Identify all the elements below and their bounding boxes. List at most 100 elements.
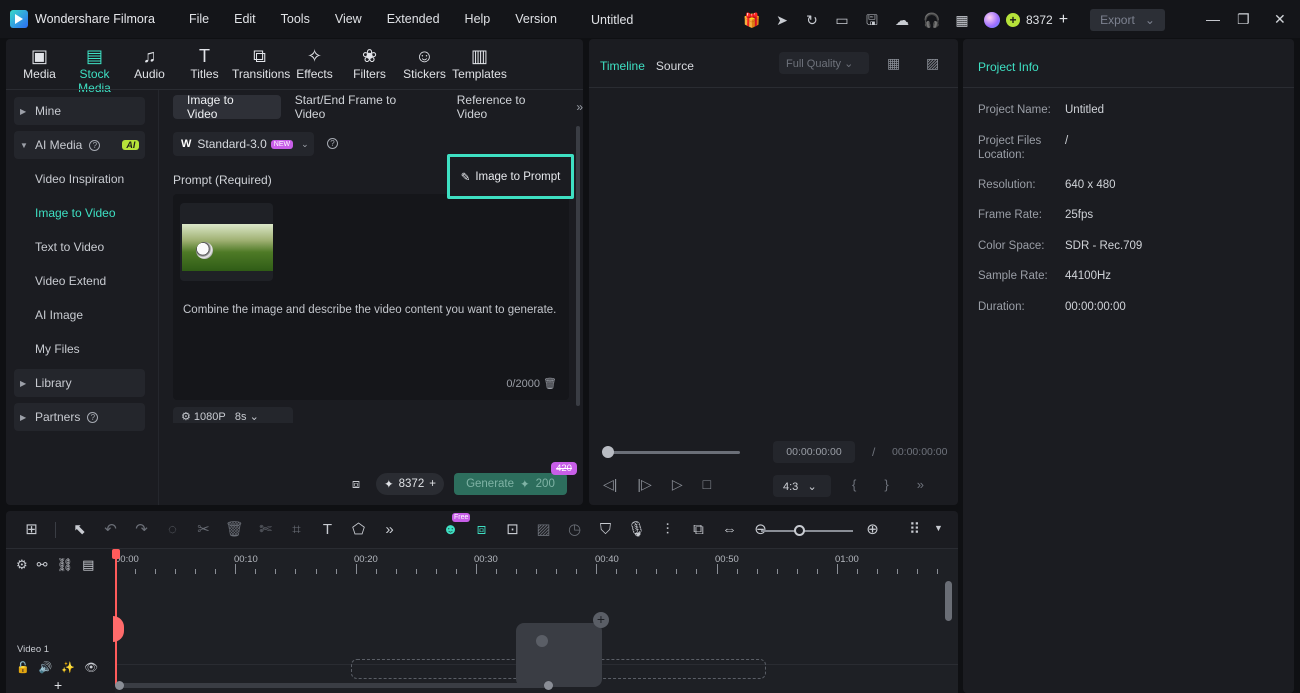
lock-icon[interactable]: 🔓 (16, 661, 30, 674)
menu-file[interactable]: File (189, 12, 209, 26)
headset-icon[interactable]: 🎧 (922, 11, 942, 29)
ai-image-icon[interactable]: ⧈ (346, 474, 366, 494)
tool-transitions[interactable]: ⧉ Transitions (232, 45, 290, 85)
prompt-input[interactable]: Combine the image and describe the video… (173, 194, 569, 400)
playhead-handle[interactable] (112, 549, 120, 559)
previous-frame-icon[interactable]: ◁| (603, 476, 617, 493)
undo-icon[interactable]: ↶ (95, 519, 126, 541)
ai-robot-icon[interactable]: ☻ Free (435, 513, 471, 541)
close-icon[interactable]: ✕ (1274, 11, 1286, 28)
fit-icon[interactable]: ⇔ (714, 519, 745, 541)
cloud-upload-icon[interactable]: ☁ (892, 11, 912, 29)
tab-reference-to-video[interactable]: Reference to Video (443, 93, 573, 121)
tool-stickers[interactable]: ☺ Stickers (397, 45, 452, 85)
save-icon[interactable]: 🖫 (862, 11, 882, 29)
layout-icon[interactable]: ▭ (832, 11, 852, 29)
pip-icon[interactable]: ⧉ (683, 519, 714, 541)
tool-effects[interactable]: ✧ Effects (287, 45, 342, 85)
zoom-handle[interactable] (794, 525, 805, 536)
select-tool-icon[interactable]: ⬉ (64, 519, 95, 541)
progress-handle[interactable] (602, 446, 614, 458)
marker-icon[interactable]: ⊡ (497, 519, 528, 541)
tab-image-to-video[interactable]: Image to Video (173, 93, 281, 121)
sidebar-item-ai-image[interactable]: AI Image (14, 301, 145, 329)
current-time[interactable]: 00:00:00:00 (773, 441, 855, 463)
tool-titles[interactable]: T Titles (177, 45, 232, 85)
text-icon[interactable]: T (312, 519, 343, 541)
menu-tools[interactable]: Tools (281, 12, 310, 26)
model-select[interactable]: W Standard-3.0 NEW ⌄ (173, 132, 314, 156)
horizontal-scrollbar[interactable] (120, 683, 552, 688)
trash-icon[interactable]: 🗑 (543, 378, 557, 390)
speed-icon[interactable]: ◷ (559, 519, 590, 541)
tool-templates[interactable]: ▥ Templates (452, 45, 507, 85)
sidebar-item-my-files[interactable]: My Files (14, 335, 145, 363)
vertical-scrollbar[interactable] (945, 581, 952, 621)
tool-filters[interactable]: ❀ Filters (342, 45, 397, 85)
sidebar-item-ai-media[interactable]: ▼ AI Media? AI (14, 131, 145, 159)
minimize-icon[interactable]: — (1206, 11, 1220, 27)
mixer-icon[interactable]: ⫶ (652, 519, 683, 541)
double-chevron-right-icon[interactable]: » (576, 100, 583, 114)
export-button[interactable]: Export ⌄ (1090, 9, 1165, 31)
layout-grid-icon[interactable]: ⊞ (16, 519, 47, 541)
help-icon[interactable]: ? (89, 139, 101, 151)
track-layout-icon[interactable]: ⠿ (899, 519, 930, 541)
mark-out-icon[interactable]: } (884, 477, 888, 492)
ripple-icon[interactable]: ◌ (157, 519, 188, 541)
menu-view[interactable]: View (335, 12, 362, 26)
more-icon[interactable]: » (917, 477, 924, 492)
add-media-icon[interactable]: + (593, 612, 609, 628)
play-icon[interactable]: ▷ (672, 476, 683, 493)
scene-detect-icon[interactable]: ⧈ (466, 519, 497, 541)
credits-button[interactable]: ✦ 8372 + (376, 473, 444, 495)
aspect-ratio-select[interactable]: 4:3 ⌄ (773, 475, 831, 497)
menu-help[interactable]: Help (465, 12, 491, 26)
sidebar-item-video-inspiration[interactable]: Video Inspiration (14, 165, 145, 193)
tab-start-end-frame[interactable]: Start/End Frame to Video (281, 93, 443, 121)
next-frame-icon[interactable]: |▷ (637, 476, 651, 493)
add-credits-icon[interactable]: + (1059, 11, 1068, 29)
magic-icon[interactable]: ✨ (61, 661, 75, 674)
help-icon[interactable]: ? (327, 138, 338, 149)
image-icon[interactable]: ▨ (528, 519, 559, 541)
generate-button[interactable]: Generate ✦ 200 420 (453, 462, 577, 495)
tool-audio[interactable]: ♫ Audio (122, 45, 177, 85)
zoom-in-icon[interactable]: ⊕ (857, 519, 888, 541)
tool-stock-media[interactable]: ▤ Stock Media (67, 45, 122, 95)
cloud-sync-icon[interactable]: ↻ (802, 11, 822, 29)
snapshot-icon[interactable]: ▨ (926, 55, 939, 72)
apps-grid-icon[interactable]: ▦ (952, 11, 972, 29)
grid-view-icon[interactable]: ▦ (887, 55, 900, 72)
split-icon[interactable]: ✄ (250, 519, 281, 541)
sidebar-item-library[interactable]: ▶ Library (14, 369, 145, 397)
send-icon[interactable]: ➤ (772, 11, 792, 29)
menu-version[interactable]: Version (515, 12, 557, 26)
sidebar-item-image-to-video[interactable]: Image to Video (14, 199, 145, 227)
tool-media[interactable]: ▣ Media (12, 45, 67, 85)
shape-icon[interactable]: ⬠ (343, 519, 374, 541)
volume-icon[interactable]: 🔊 (39, 661, 53, 674)
tab-source[interactable]: Source (656, 59, 694, 73)
scroll-start-handle[interactable] (115, 681, 124, 690)
avatar[interactable] (984, 12, 1000, 28)
quality-select[interactable]: Full Quality ⌄ (779, 52, 869, 74)
link-icon[interactable]: ⛓ (57, 557, 74, 573)
add-track-icon[interactable]: + (54, 677, 62, 693)
redo-icon[interactable]: ↷ (126, 519, 157, 541)
account-credits[interactable]: + 8372 + (984, 9, 1068, 31)
delete-icon[interactable]: 🗑 (219, 519, 250, 541)
scrollbar[interactable] (576, 126, 580, 406)
menu-extended[interactable]: Extended (387, 12, 440, 26)
settings-icon[interactable]: ⚙ (16, 557, 28, 573)
sidebar-item-text-to-video[interactable]: Text to Video (14, 233, 145, 261)
output-settings[interactable]: ⚙ 1080P 8s ⌄ (173, 407, 293, 423)
zoom-slider[interactable] (761, 530, 853, 532)
sidebar-item-partners[interactable]: ▶ Partners? (14, 403, 145, 431)
eye-icon[interactable]: 👁 (84, 661, 98, 674)
image-to-prompt-button[interactable]: ✎ Image to Prompt (447, 154, 574, 199)
help-icon[interactable]: ? (87, 411, 99, 423)
time-ruler[interactable]: 00:00 00:10 00:20 00:30 00:40 00:50 01:0… (115, 549, 958, 579)
stop-icon[interactable]: □ (703, 476, 711, 493)
sidebar-item-mine[interactable]: ▶ Mine (14, 97, 145, 125)
